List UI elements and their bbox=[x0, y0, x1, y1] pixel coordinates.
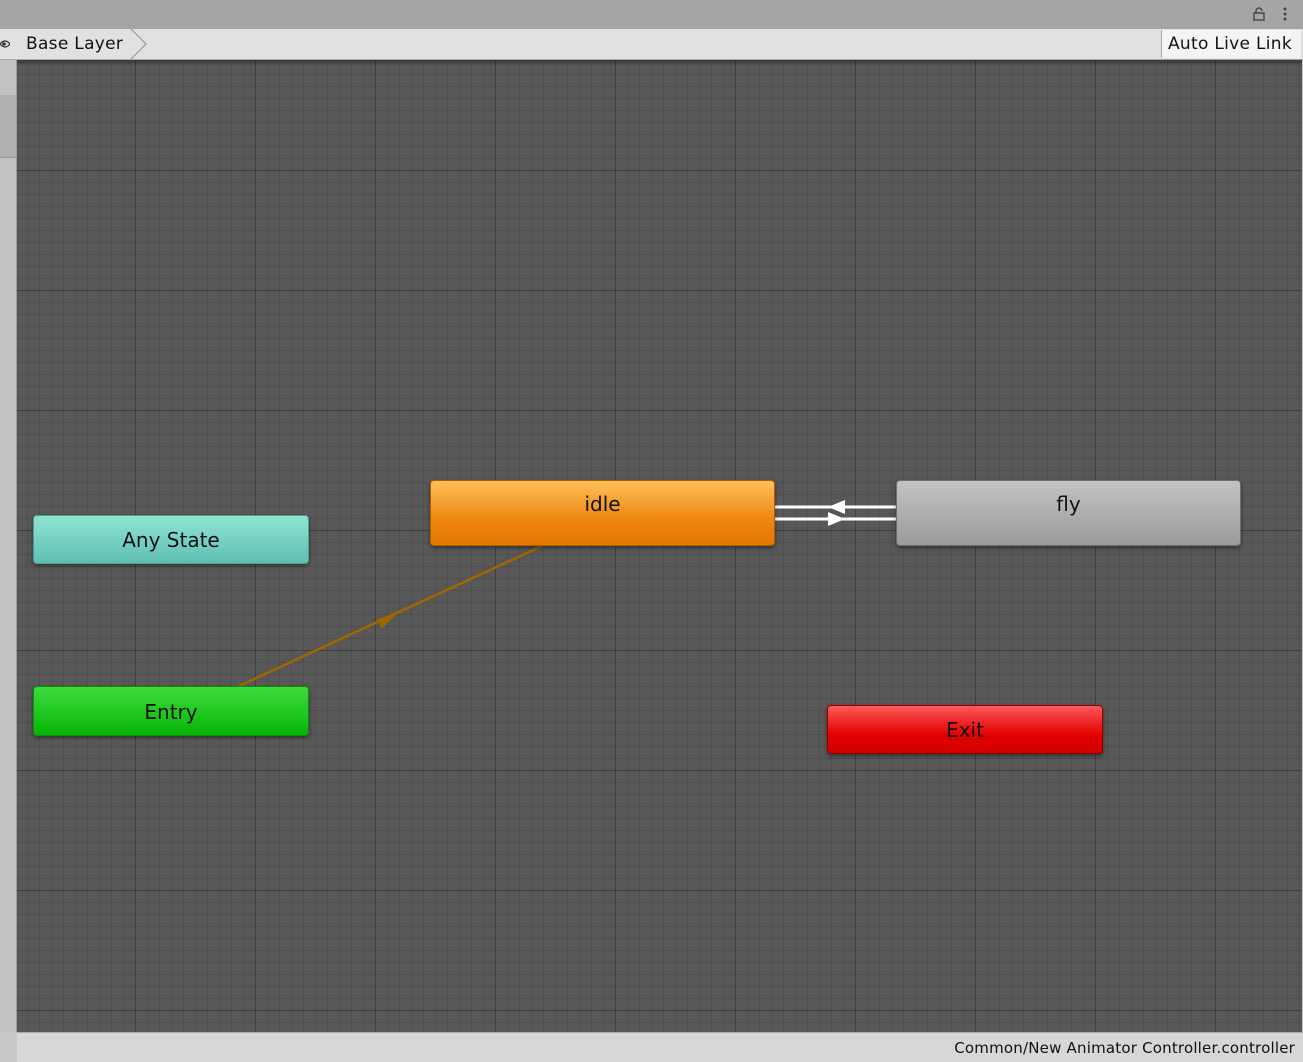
breadcrumb-chevron-icon bbox=[130, 29, 147, 59]
auto-live-link-button[interactable]: Auto Live Link bbox=[1160, 30, 1301, 58]
state-fly[interactable]: fly bbox=[896, 480, 1241, 546]
state-exit[interactable]: Exit bbox=[827, 705, 1103, 754]
transition-fly-to-idle[interactable] bbox=[775, 500, 896, 514]
window-tab-strip bbox=[0, 0, 1303, 30]
asset-path-label: Common/New Animator Controller.controlle… bbox=[954, 1039, 1295, 1057]
animator-window: Base Layer Auto Live Link Any State Entr… bbox=[0, 0, 1303, 1062]
transition-idle-to-fly[interactable] bbox=[775, 512, 896, 526]
breadcrumb: Base Layer Auto Live Link bbox=[0, 29, 1303, 60]
state-any-state[interactable]: Any State bbox=[33, 515, 309, 564]
panel-collapse-tab[interactable] bbox=[0, 95, 16, 158]
state-idle[interactable]: idle bbox=[430, 480, 775, 546]
transition-arrow-icon bbox=[828, 512, 845, 526]
transition-entry-to-idle[interactable] bbox=[238, 544, 543, 688]
layers-panel-collapsed bbox=[0, 60, 17, 1032]
eye-icon[interactable] bbox=[0, 38, 10, 50]
transition-arrow-icon bbox=[828, 500, 845, 514]
state-entry[interactable]: Entry bbox=[33, 686, 309, 736]
lock-icon[interactable] bbox=[1252, 7, 1266, 21]
status-bar: Common/New Animator Controller.controlle… bbox=[17, 1032, 1303, 1062]
transition-arrow-icon bbox=[377, 612, 397, 629]
state-machine-graph[interactable]: Any State Entry idle fly Exit bbox=[17, 60, 1302, 1032]
kebab-menu-icon[interactable] bbox=[1281, 7, 1289, 21]
